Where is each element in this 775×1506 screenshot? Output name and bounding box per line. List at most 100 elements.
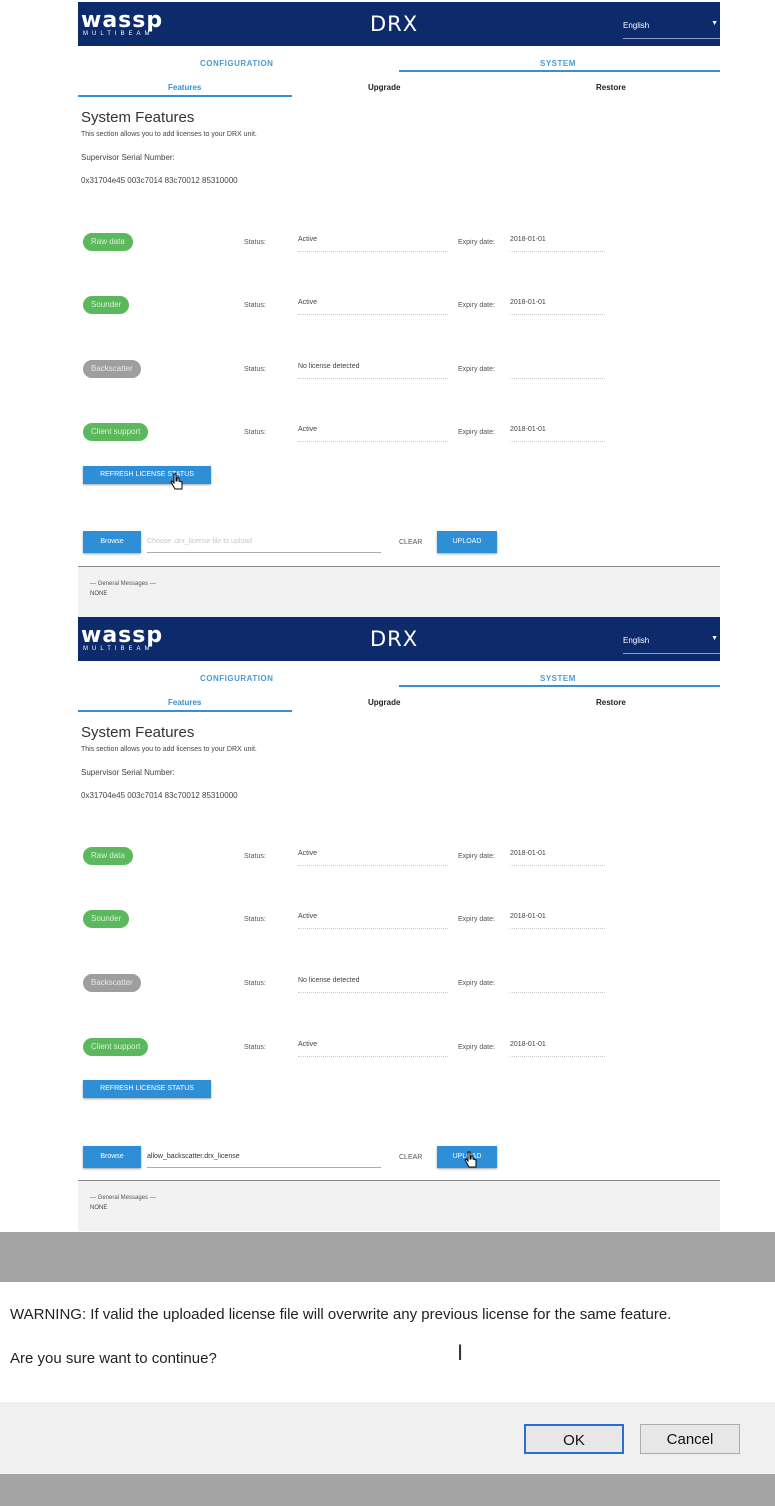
feature-row: Client support Status: Active Expiry dat… [78,423,720,447]
status-value: Active [298,296,448,315]
feature-badge: Client support [83,423,149,441]
language-select-value: English [623,21,650,30]
status-label: Status: [244,1044,266,1051]
expiry-label: Expiry date: [458,429,495,436]
tab-features[interactable]: Features [168,83,201,92]
page-title: System Features [81,109,195,126]
app-header: wassp MULTIBEAM DRX English ▼ [78,617,720,661]
confirm-dialog: WARNING: If valid the uploaded license f… [0,1232,775,1506]
main-tabs: CONFIGURATION SYSTEM [78,669,720,691]
status-value: Active [298,847,448,866]
license-file-input[interactable]: allow_backscatter.drx_license [147,1147,381,1168]
license-file-input[interactable]: Choose .drx_license file to upload [147,532,381,553]
active-subtab-indicator [78,710,292,712]
dialog-question: Are you sure want to continue? [10,1350,217,1367]
main-tabs: CONFIGURATION SYSTEM [78,54,720,76]
upload-button[interactable]: UPLOAD [437,531,497,553]
expiry-label: Expiry date: [458,366,495,373]
tab-system[interactable]: SYSTEM [540,59,576,68]
status-value: Active [298,423,448,442]
drx-license-panel-before: wassp MULTIBEAM DRX English ▼ CONFIGURAT… [78,2,720,617]
status-label: Status: [244,916,266,923]
tab-restore[interactable]: Restore [596,698,626,707]
dialog-bottom-bar [0,1474,775,1506]
tab-configuration[interactable]: CONFIGURATION [200,674,273,683]
expiry-label: Expiry date: [458,239,495,246]
app-title: DRX [370,12,419,36]
active-tab-indicator [399,70,720,72]
status-value: No license detected [298,974,448,993]
expiry-label: Expiry date: [458,302,495,309]
status-label: Status: [244,366,266,373]
feature-badge: Sounder [83,296,130,314]
cancel-button[interactable]: Cancel [640,1424,740,1454]
expiry-value: 2018-01-01 [510,847,605,866]
dialog-warning: WARNING: If valid the uploaded license f… [10,1306,672,1323]
app-header: wassp MULTIBEAM DRX English ▼ [78,2,720,46]
expiry-label: Expiry date: [458,1044,495,1051]
active-tab-indicator [399,685,720,687]
feature-row: Sounder Status: Active Expiry date: 2018… [78,296,720,320]
section-description: This section allows you to add licenses … [81,131,257,138]
feature-badge: Raw data [83,233,133,251]
tab-upgrade[interactable]: Upgrade [368,698,400,707]
expiry-value: 2018-01-01 [510,296,605,315]
status-label: Status: [244,980,266,987]
system-subtabs: Features Upgrade Restore [78,695,720,715]
feature-row: Backscatter Status: No license detected … [78,360,720,384]
serial-label: Supervisor Serial Number: [81,768,175,777]
status-label: Status: [244,853,266,860]
expiry-value: 2018-01-01 [510,423,605,442]
wassp-logo: wassp MULTIBEAM [81,8,164,37]
tab-system[interactable]: SYSTEM [540,674,576,683]
clear-button[interactable]: CLEAR [399,539,422,546]
general-messages: — General Messages — NONE [78,567,720,617]
language-select[interactable]: English ▼ [623,16,720,39]
expiry-value [510,360,605,379]
page-title: System Features [81,724,195,741]
chevron-down-icon: ▼ [711,20,718,27]
status-label: Status: [244,302,266,309]
tab-features[interactable]: Features [168,698,201,707]
refresh-license-button[interactable]: REFRESH LICENSE STATUS [83,466,211,484]
serial-value: 0x31704e45 003c7014 83c70012 85310000 [81,791,238,800]
feature-row: Backscatter Status: No license detected … [78,974,720,998]
expiry-value: 2018-01-01 [510,233,605,252]
wassp-logo: wassp MULTIBEAM [81,623,164,652]
drx-license-panel-after: wassp MULTIBEAM DRX English ▼ CONFIGURAT… [78,617,720,1232]
text-cursor-icon: I [457,1340,464,1365]
messages-value: NONE [90,591,108,597]
status-label: Status: [244,429,266,436]
refresh-license-button[interactable]: REFRESH LICENSE STATUS [83,1080,211,1098]
status-value: Active [298,910,448,929]
messages-title: — General Messages — [90,581,156,587]
dialog-title-bar [0,1232,775,1282]
clear-button[interactable]: CLEAR [399,1154,422,1161]
messages-title: — General Messages — [90,1195,156,1201]
expiry-label: Expiry date: [458,916,495,923]
expiry-label: Expiry date: [458,853,495,860]
tab-upgrade[interactable]: Upgrade [368,83,400,92]
status-value: Active [298,1038,448,1057]
system-subtabs: Features Upgrade Restore [78,80,720,100]
active-subtab-indicator [78,95,292,97]
expiry-value: 2018-01-01 [510,910,605,929]
expiry-value [510,974,605,993]
feature-row: Raw data Status: Active Expiry date: 201… [78,233,720,257]
language-select[interactable]: English ▼ [623,631,720,654]
language-select-value: English [623,636,650,645]
ok-button[interactable]: OK [524,1424,624,1454]
dialog-footer: OK Cancel [0,1402,775,1474]
tab-configuration[interactable]: CONFIGURATION [200,59,273,68]
feature-row: Raw data Status: Active Expiry date: 201… [78,847,720,871]
section-description: This section allows you to add licenses … [81,746,257,753]
tab-restore[interactable]: Restore [596,83,626,92]
dialog-body: WARNING: If valid the uploaded license f… [0,1282,775,1402]
browse-button[interactable]: Browse [83,531,141,553]
feature-badge: Sounder [83,910,130,928]
browse-button[interactable]: Browse [83,1146,141,1168]
status-label: Status: [244,239,266,246]
hand-pointer-icon [170,473,183,490]
messages-value: NONE [90,1205,108,1211]
serial-value: 0x31704e45 003c7014 83c70012 85310000 [81,176,238,185]
